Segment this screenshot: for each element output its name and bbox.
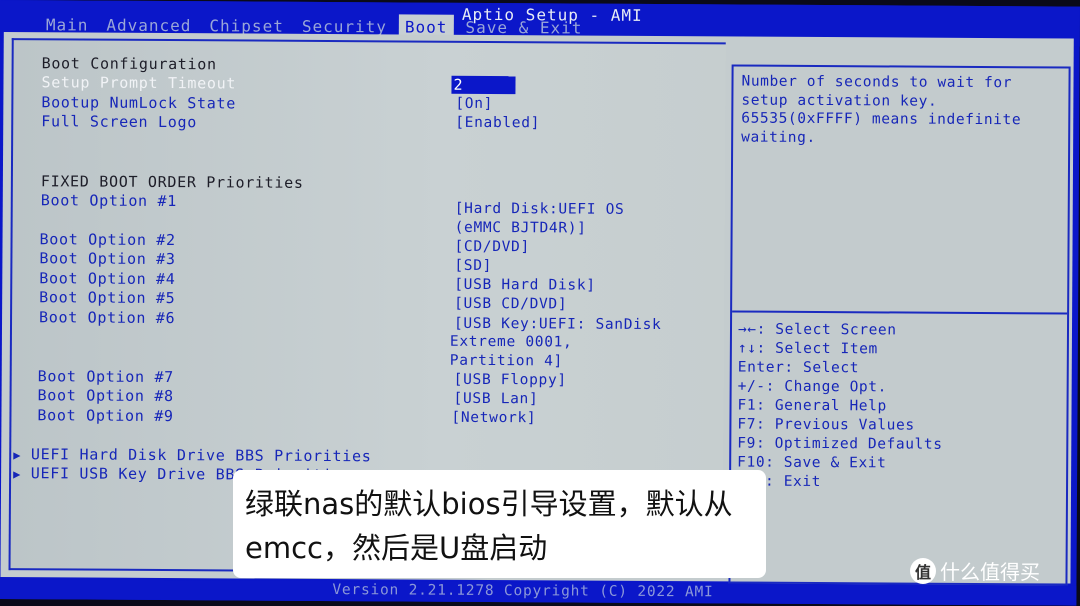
full-screen-logo-value[interactable]: [Enabled] [455, 115, 540, 132]
boot-option-6-value-cont-2[interactable]: Partition 4] [450, 353, 563, 370]
boot-option-6-value-cont-1[interactable]: Extreme 0001, [450, 334, 573, 351]
boot-option-1-label[interactable]: Boot Option #1 [41, 191, 177, 210]
boot-option-5-value[interactable]: [USB CD/DVD] [454, 296, 567, 313]
help-panel: Number of seconds to wait for setup acti… [728, 64, 1071, 586]
setup-prompt-timeout-value[interactable]: 2 [451, 75, 516, 95]
boot-config-heading: Boot Configuration [41, 54, 217, 74]
help-divider [732, 310, 1068, 315]
key-general-help: F1: General Help [737, 397, 887, 415]
numlock-state-value[interactable]: [On] [455, 96, 493, 112]
full-screen-logo-label[interactable]: Full Screen Logo [41, 112, 197, 131]
boot-option-7-label[interactable]: Boot Option #7 [38, 367, 174, 386]
key-previous-values: F7: Previous Values [737, 416, 915, 434]
caption-line-2: emcc，然后是U盘启动 [245, 531, 548, 565]
key-save-exit: F10: Save & Exit [737, 454, 887, 472]
boot-option-9-label[interactable]: Boot Option #9 [37, 406, 173, 425]
help-text: Number of seconds to wait for setup acti… [741, 73, 1022, 146]
key-select-screen: →←: Select Screen [737, 321, 897, 339]
watermark: 值 什么值得买 [910, 556, 1040, 585]
key-optimized-defaults: F9: Optimized Defaults [737, 435, 943, 453]
setup-prompt-timeout-label[interactable]: Setup Prompt Timeout [41, 73, 236, 92]
numlock-state-label[interactable]: Bootup NumLock State [41, 93, 236, 112]
key-change-opt: +/-: Change Opt. [737, 378, 887, 396]
key-select-item: ↑↓: Select Item [737, 340, 878, 358]
version-text: Version 2.21.1278 Copyright (C) 2022 AMI [332, 582, 714, 601]
boot-option-3-label[interactable]: Boot Option #3 [39, 249, 175, 268]
boot-option-5-label[interactable]: Boot Option #5 [39, 288, 175, 307]
boot-option-2-label[interactable]: Boot Option #2 [39, 230, 175, 249]
fixed-boot-order-heading: FIXED BOOT ORDER Priorities [40, 172, 304, 192]
setup-prompt-timeout-input[interactable]: 2 [451, 75, 516, 95]
boot-option-1-value[interactable]: [Hard Disk:UEFI OS [455, 201, 625, 218]
key-enter-select: Enter: Select [737, 359, 860, 377]
watermark-text: 什么值得买 [940, 560, 1040, 584]
caption-line-1: 绿联nas的默认bios引导设置，默认从 [245, 487, 733, 521]
boot-option-8-label[interactable]: Boot Option #8 [38, 386, 174, 405]
boot-option-6-label[interactable]: Boot Option #6 [39, 308, 175, 327]
boot-option-6-value[interactable]: [USB Key:UEFI: SanDisk [454, 316, 662, 333]
boot-option-4-value[interactable]: [USB Hard Disk] [454, 277, 596, 294]
boot-option-4-label[interactable]: Boot Option #4 [39, 269, 175, 288]
submenu-arrow-icon: ▶ [13, 467, 22, 482]
boot-option-7-value[interactable]: [USB Floppy] [454, 372, 567, 389]
caption-overlay: 绿联nas的默认bios引导设置，默认从 emcc，然后是U盘启动 [233, 470, 766, 578]
submenu-uefi-hdd-bbs-label: UEFI Hard Disk Drive BBS Priorities [30, 445, 372, 466]
zhi-logo-icon: 值 [910, 557, 936, 584]
boot-option-2-value[interactable]: [CD/DVD] [454, 239, 530, 255]
key-exit: ESC: Exit [737, 473, 822, 491]
submenu-arrow-icon: ▶ [13, 448, 22, 463]
key-legend: →←: Select Screen ↑↓: Select Item Enter:… [737, 321, 943, 493]
boot-option-8-value[interactable]: [USB Lan] [454, 391, 539, 408]
boot-option-9-value[interactable]: [Network] [451, 410, 536, 427]
submenu-uefi-hdd-bbs[interactable]: ▶ UEFI Hard Disk Drive BBS Priorities [13, 445, 371, 465]
boot-option-1-value-cont[interactable]: (eMMC BJTD4R)] [455, 220, 587, 237]
boot-option-3-value[interactable]: [SD] [454, 258, 492, 274]
